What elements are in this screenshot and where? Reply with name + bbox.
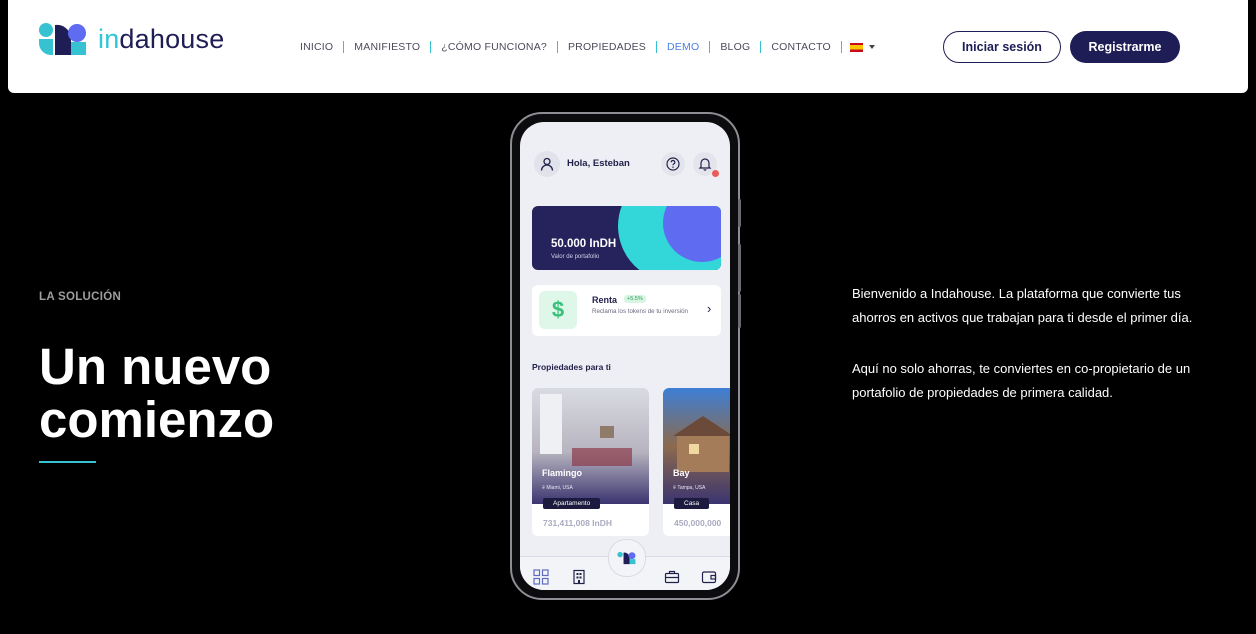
user-icon (540, 157, 554, 171)
nav-como-funciona[interactable]: ¿CÓMO FUNCIONA? (431, 41, 558, 53)
phone-mockup: Hola, Esteban 50.000 InDH Valor de porta… (510, 112, 741, 600)
hero-title: Un nuevo comienzo (39, 340, 439, 446)
phone-side-button (738, 244, 741, 292)
site-header: indahouse INICIO MANIFIESTO ¿CÓMO FUNCIO… (8, 0, 1248, 93)
hero-title-line2: comienzo (39, 391, 275, 448)
login-button[interactable]: Iniciar sesión (943, 31, 1061, 63)
hero-title-line1: Un nuevo (39, 338, 272, 395)
nav-demo[interactable]: DEMO (657, 41, 711, 53)
property-type-tag: Casa (674, 498, 710, 509)
nav-contacto[interactable]: CONTACTO (761, 41, 842, 53)
property-card-bay[interactable]: Bay ⌾ Tampa, USA Casa 450,000,000 (663, 388, 730, 536)
language-selector[interactable] (842, 42, 883, 52)
dollar-icon: $ (539, 291, 577, 329)
property-card-flamingo[interactable]: Flamingo ⌾ Miami, USA Apartamento 731,41… (532, 388, 649, 536)
section-eyebrow: LA SOLUCIÓN (39, 291, 122, 303)
phone-side-button (738, 199, 741, 227)
notification-dot (712, 170, 719, 177)
property-location: ⌾ Miami, USA (542, 485, 573, 491)
nav-propiedades[interactable]: PROPIEDADES (558, 41, 658, 53)
intro-copy: Bienvenido a Indahouse. La plataforma qu… (852, 282, 1197, 432)
property-price: 450,000,000 (674, 518, 722, 528)
renta-title: Renta (592, 295, 618, 305)
properties-heading: Propiedades para ti (532, 362, 611, 372)
bell-icon (698, 158, 712, 171)
renta-card[interactable]: $ Renta +5.5% Reclama los tokens de tu i… (532, 285, 721, 336)
portfolio-label: Valor de portafolio (551, 254, 600, 260)
phone-side-button (738, 294, 741, 328)
logo-mark-icon (617, 551, 636, 565)
home-fab-button[interactable] (608, 539, 646, 577)
portfolio-value: 50.000 InDH (551, 238, 617, 250)
register-button[interactable]: Registrarme (1070, 31, 1180, 63)
intro-paragraph-2: Aquí no solo ahorras, te conviertes en c… (852, 361, 1191, 400)
property-type-tag: Apartamento (543, 498, 601, 509)
logo-wordmark: indahouse (98, 24, 225, 54)
app-screen: Hola, Esteban 50.000 InDH Valor de porta… (520, 122, 730, 590)
briefcase-icon[interactable] (663, 568, 681, 586)
property-location: ⌾ Tampa, USA (673, 485, 706, 491)
intro-paragraph-1: Bienvenido a Indahouse. La plataforma qu… (852, 286, 1193, 325)
accent-divider (39, 461, 96, 463)
help-button[interactable] (661, 152, 685, 176)
nav-blog[interactable]: BLOG (710, 41, 762, 53)
chevron-right-icon: › (707, 301, 712, 316)
question-icon (666, 157, 680, 171)
building-icon[interactable] (570, 568, 588, 586)
nav-inicio[interactable]: INICIO (290, 41, 345, 53)
property-name: Flamingo (542, 468, 582, 478)
renta-badge: +5.5% (624, 295, 646, 303)
property-name: Bay (673, 468, 690, 478)
main-nav: INICIO MANIFIESTO ¿CÓMO FUNCIONA? PROPIE… (290, 40, 883, 54)
chevron-down-icon (868, 45, 875, 49)
grid-icon[interactable] (532, 568, 550, 586)
nav-manifiesto[interactable]: MANIFIESTO (344, 41, 432, 53)
property-price: 731,411,008 InDH (543, 518, 612, 528)
logo-mark-icon (39, 23, 86, 55)
wallet-icon[interactable] (700, 568, 718, 586)
indahouse-logo[interactable]: indahouse (38, 20, 238, 60)
renta-description: Reclama los tokens de tu inversión (592, 308, 688, 315)
user-greeting: Hola, Esteban (567, 158, 630, 169)
user-avatar[interactable] (534, 151, 560, 177)
portfolio-card[interactable]: 50.000 InDH Valor de portafolio (532, 206, 721, 270)
spain-flag-icon (849, 42, 863, 52)
